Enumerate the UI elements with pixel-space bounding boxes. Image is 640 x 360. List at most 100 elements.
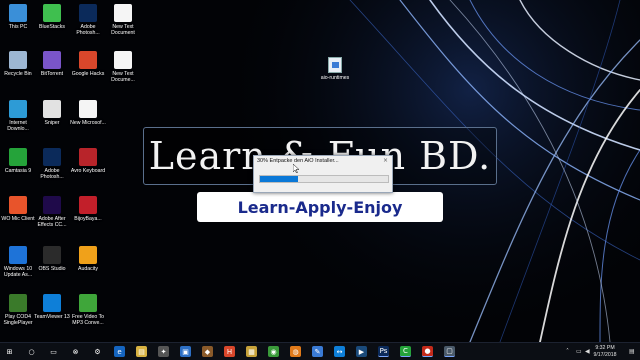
network-icon[interactable]: ▭ (576, 348, 582, 355)
desktop-icon-word-file[interactable]: New Microsof... (70, 100, 106, 126)
photoshop-icon (43, 148, 61, 166)
record-icon[interactable]: ● (422, 346, 433, 357)
desktop-icon-label: BlueStacks (39, 24, 65, 30)
desktop-icon-cod4[interactable]: Play COD4 SinglePlayer (0, 294, 36, 326)
edge-icon[interactable]: e (114, 346, 125, 357)
aio-runtimes-file[interactable]: aio-runtimes (318, 57, 352, 81)
xbox-icon[interactable]: ⊗ (70, 346, 81, 357)
bijoy-icon (79, 196, 97, 214)
avro-keyboard-icon (79, 148, 97, 166)
desktop-icon-label: WO Mic Client (1, 216, 35, 222)
desktop-icon-label: Sniper (44, 120, 60, 126)
chrome-icon[interactable]: ◉ (268, 346, 279, 357)
desktop-icon-bijoy[interactable]: BijoyBaya... (70, 196, 106, 222)
tagline-text: Learn-Apply-Enjoy (237, 197, 403, 217)
desktop-icon-label: Recycle Bin (4, 71, 32, 77)
desktop-icon-photoshop[interactable]: Adobe Photosh... (70, 4, 106, 36)
desktop-icon-avro-keyboard[interactable]: Avro Keyboard (70, 148, 106, 174)
text-file-icon (114, 51, 132, 69)
desktop-icon-label: Windows 10 Update As... (3, 266, 33, 278)
desktop-icon-label: Adobe Photosh... (76, 24, 100, 36)
microphone-icon (9, 196, 27, 214)
camtasia-taskbar-icon[interactable]: C (400, 346, 411, 357)
photoshop-icon (79, 4, 97, 22)
tagline-box: Learn-Apply-Enjoy (197, 192, 443, 222)
obs-icon (43, 246, 61, 264)
desktop-icon-label: Adobe After Effects CC... (37, 216, 67, 228)
desktop-icon-video-to-mp3[interactable]: Free Video To MP3 Conve... (70, 294, 106, 326)
google-hacks-icon (79, 51, 97, 69)
aio-runtimes-label: aio-runtimes (320, 75, 350, 81)
firefox-icon[interactable]: ◍ (290, 346, 301, 357)
desktop-icon-after-effects[interactable]: Adobe After Effects CC... (34, 196, 70, 228)
games-icon[interactable]: ✦ (158, 346, 169, 357)
photo-app-icon[interactable]: ▦ (246, 346, 257, 357)
clock-time[interactable]: 9:32 PM (588, 345, 622, 351)
desktop-icon-label: This PC (8, 24, 28, 30)
chevron-up-icon[interactable]: ˄ (566, 348, 569, 355)
teamviewer-taskbar-icon[interactable]: ↔ (334, 346, 345, 357)
desktop-icon-label: TeamViewer 13 (34, 314, 70, 320)
desktop-icon-microphone[interactable]: WO Mic Client (0, 196, 36, 222)
installer-progress-dialog[interactable]: 30% Entpacke den AiO Installer... × (253, 155, 393, 193)
desktop-icon-text-file[interactable]: New Text Document (105, 4, 141, 36)
camtasia-icon (9, 148, 27, 166)
word-file-icon (79, 100, 97, 118)
desktop-icon-label: New Microsof... (70, 120, 106, 126)
desktop-icon-sniper[interactable]: Sniper (34, 100, 70, 126)
desktop-icon-bittorrent[interactable]: BitTorrent (34, 51, 70, 77)
desktop-icon-label: BitTorrent (40, 71, 64, 77)
clock-date[interactable]: 9/17/2018 (588, 352, 622, 358)
teamviewer-icon (43, 294, 61, 312)
desktop-icon-label: New Text Docume... (111, 71, 135, 83)
desktop-icon-label: Audacity (78, 266, 98, 272)
desktop-icon-label: Camtasia 9 (4, 168, 32, 174)
installer-taskbar-icon[interactable]: ▢ (444, 346, 455, 357)
desktop-icon-camtasia[interactable]: Camtasia 9 (0, 148, 36, 174)
desktop-icon-windows-update[interactable]: Windows 10 Update As... (0, 246, 36, 278)
task-view-icon[interactable]: ▭ (48, 346, 59, 357)
sniper-icon (43, 100, 61, 118)
game-app-icon[interactable]: ◆ (202, 346, 213, 357)
desktop-icon-label: Play COD4 SinglePlayer (3, 314, 33, 326)
desktop-icon-label: Google Hacks (71, 71, 105, 77)
paint-icon[interactable]: ✎ (312, 346, 323, 357)
search-icon[interactable]: ○ (26, 346, 37, 357)
desktop-icon-label: OBS Studio (38, 266, 66, 272)
settings-icon[interactable]: ⚙ (92, 346, 103, 357)
google-hacks-taskbar-icon[interactable]: H (224, 346, 235, 357)
desktop-icon-teamviewer[interactable]: TeamViewer 13 (34, 294, 70, 320)
cod4-icon (9, 294, 27, 312)
text-file-icon (114, 4, 132, 22)
desktop-icon-obs[interactable]: OBS Studio (34, 246, 70, 272)
progress-bar-fill (260, 176, 299, 182)
audacity-icon (79, 246, 97, 264)
bluestacks-icon (43, 4, 61, 22)
taskbar: ˄ ▭ ◀ 9:32 PM 9/17/2018 ▤ ⊞ ○ ▭ ⊗ ⚙ e ▤ ✦ ▣ ◆ H ▦ ◉ ◍… (0, 342, 640, 360)
video-to-mp3-icon (79, 294, 97, 312)
idm-icon (9, 100, 27, 118)
start-windows-icon[interactable]: ⊞ (4, 346, 15, 357)
store-icon[interactable]: ▣ (180, 346, 191, 357)
desktop-icon-recycle-bin[interactable]: Recycle Bin (0, 51, 36, 77)
desktop-icon-bluestacks[interactable]: BlueStacks (34, 4, 70, 30)
desktop-icon-label: Free Video To MP3 Conve... (71, 314, 105, 326)
desktop-icon-text-file[interactable]: New Text Docume... (105, 51, 141, 83)
desktop-icon-label: New Text Document (111, 24, 135, 36)
desktop-icon-idm[interactable]: Internet Downlo... (0, 100, 36, 132)
desktop-icon-computer[interactable]: This PC (0, 4, 36, 30)
installer-file-icon (328, 57, 342, 73)
notifications-icon[interactable]: ▤ (629, 348, 635, 355)
desktop-icon-audacity[interactable]: Audacity (70, 246, 106, 272)
desktop-icon-label: BijoyBaya... (74, 216, 102, 222)
file-explorer-icon[interactable]: ▤ (136, 346, 147, 357)
computer-icon (9, 4, 27, 22)
windows-update-icon (9, 246, 27, 264)
photoshop-taskbar-icon[interactable]: Ps (378, 346, 389, 357)
desktop-icon-google-hacks[interactable]: Google Hacks (70, 51, 106, 77)
close-icon[interactable]: × (383, 157, 388, 164)
desktop-icon-label: Avro Keyboard (70, 168, 106, 174)
desktop-icon-label: Adobe Photosh... (40, 168, 64, 180)
desktop-icon-photoshop[interactable]: Adobe Photosh... (34, 148, 70, 180)
media-app-icon[interactable]: ▶ (356, 346, 367, 357)
